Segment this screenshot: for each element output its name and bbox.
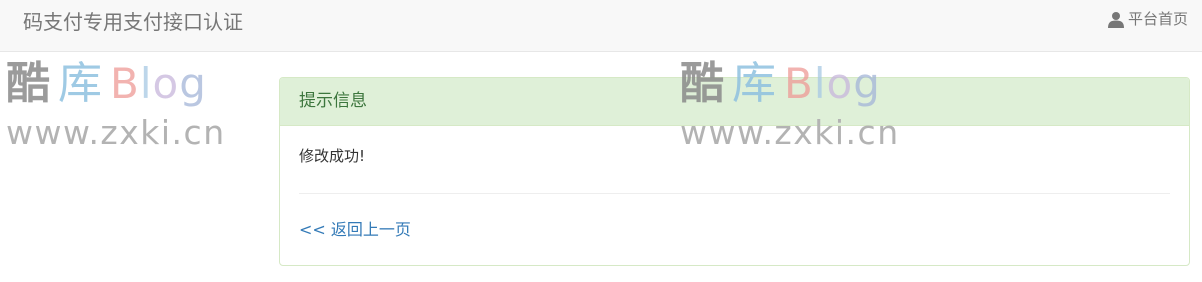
watermark-logo: 酷 库 Blog: [6, 57, 226, 111]
divider: [299, 193, 1170, 194]
site-brand[interactable]: 码支付专用支付接口认证: [23, 9, 243, 35]
panel-heading: 提示信息: [280, 78, 1189, 126]
back-link[interactable]: << 返回上一页: [299, 219, 411, 241]
watermark-blog-text: Blog: [110, 59, 207, 108]
top-navbar: 码支付专用支付接口认证 平台首页: [0, 0, 1202, 52]
info-panel: 提示信息 修改成功! << 返回上一页: [279, 77, 1190, 266]
watermark-logo-char: 酷: [6, 58, 50, 109]
status-message: 修改成功!: [299, 147, 366, 165]
home-link[interactable]: 平台首页: [1107, 8, 1188, 30]
watermark-logo-char: 库: [58, 58, 102, 109]
watermark-left: 酷 库 Blog www.zxki.cn: [6, 57, 226, 153]
panel-body: 修改成功! << 返回上一页: [280, 126, 1189, 241]
user-icon: [1107, 11, 1124, 28]
home-link-label: 平台首页: [1127, 10, 1188, 28]
watermark-url: www.zxki.cn: [6, 113, 226, 152]
